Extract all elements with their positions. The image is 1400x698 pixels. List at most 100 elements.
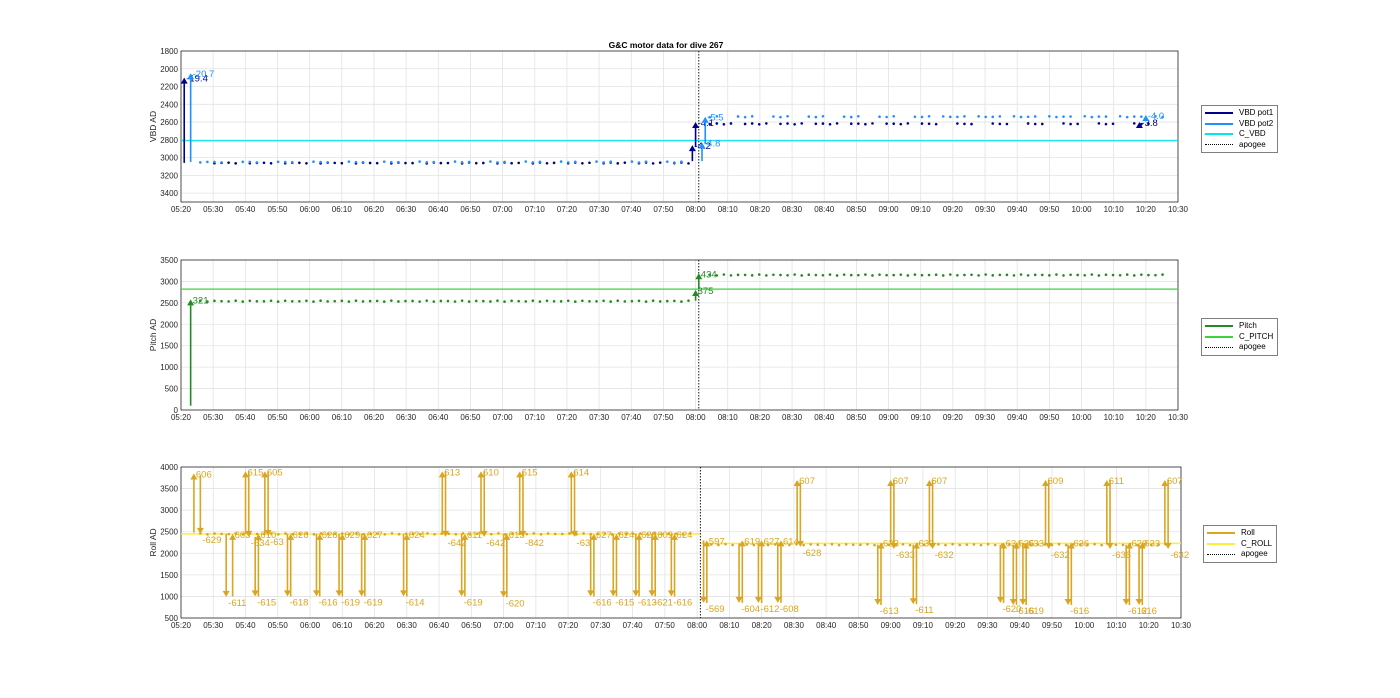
data-point bbox=[1100, 543, 1103, 547]
data-point bbox=[354, 299, 358, 302]
data-point bbox=[474, 299, 478, 303]
data-point bbox=[665, 299, 669, 303]
data-point bbox=[1125, 115, 1129, 119]
data-point bbox=[844, 543, 848, 546]
data-point bbox=[743, 273, 747, 277]
x-tick-label: 10:10 bbox=[1104, 205, 1125, 214]
x-tick-label: 07:50 bbox=[655, 621, 676, 630]
y-tick-label: 3400 bbox=[160, 189, 178, 198]
move-label: -632 bbox=[1170, 550, 1189, 561]
data-point bbox=[864, 273, 867, 276]
x-tick-label: 07:00 bbox=[493, 205, 514, 214]
data-point bbox=[248, 160, 252, 164]
y-tick-label: 2600 bbox=[160, 118, 178, 127]
move-label: -616 bbox=[673, 597, 692, 608]
move-label: -620 bbox=[506, 598, 525, 609]
data-point bbox=[830, 542, 834, 546]
data-point bbox=[489, 160, 492, 163]
move-label: -636 bbox=[1112, 550, 1131, 561]
data-point bbox=[354, 160, 358, 164]
data-point bbox=[1069, 122, 1072, 126]
data-point bbox=[1104, 115, 1108, 118]
data-point bbox=[920, 115, 924, 119]
move-label: 636 bbox=[1073, 539, 1089, 550]
data-point bbox=[255, 299, 259, 303]
move-label: -642 bbox=[486, 538, 505, 549]
move-label: 633 bbox=[1028, 539, 1044, 550]
data-point bbox=[538, 160, 542, 164]
legend-roll: Roll C_ROLL apogee bbox=[1203, 525, 1278, 563]
x-tick-label: 09:20 bbox=[943, 205, 964, 214]
legend-swatch bbox=[1205, 325, 1233, 328]
x-tick-label: 10:00 bbox=[1074, 621, 1095, 630]
legend-entry: Roll bbox=[1207, 528, 1272, 539]
move-label: 624 bbox=[409, 530, 425, 541]
data-point bbox=[956, 273, 959, 277]
data-point bbox=[687, 299, 690, 302]
legend-swatch bbox=[1205, 335, 1233, 338]
data-point bbox=[489, 300, 492, 303]
data-point bbox=[220, 299, 223, 303]
data-point bbox=[467, 300, 471, 303]
move-label: -63 bbox=[270, 537, 284, 548]
data-point bbox=[1118, 273, 1122, 277]
x-tick-label: 05:50 bbox=[267, 413, 288, 422]
move-label: -633 bbox=[896, 550, 915, 561]
data-point bbox=[290, 300, 294, 303]
data-point bbox=[545, 161, 549, 165]
data-point bbox=[305, 299, 308, 303]
data-point bbox=[1097, 274, 1101, 277]
data-point bbox=[390, 532, 394, 535]
data-point bbox=[920, 273, 924, 277]
data-point bbox=[927, 273, 931, 277]
x-tick-label: 09:30 bbox=[975, 413, 996, 422]
data-point bbox=[951, 542, 954, 546]
data-point bbox=[460, 299, 464, 302]
move-label: 627 bbox=[596, 530, 612, 541]
data-point bbox=[404, 299, 407, 303]
data-point bbox=[298, 299, 301, 303]
data-point bbox=[227, 300, 230, 303]
data-point bbox=[637, 299, 641, 303]
data-point bbox=[227, 161, 230, 164]
data-point bbox=[979, 543, 983, 547]
data-point bbox=[1104, 273, 1108, 277]
move-label: 624 bbox=[618, 530, 634, 541]
x-tick-label: 06:50 bbox=[460, 413, 481, 422]
data-point bbox=[802, 543, 805, 547]
data-point bbox=[998, 122, 1002, 126]
legend-entry: VBD pot2 bbox=[1205, 119, 1273, 130]
data-point bbox=[517, 161, 520, 165]
data-point bbox=[736, 115, 740, 118]
data-point bbox=[206, 160, 209, 164]
x-tick-label: 07:00 bbox=[493, 413, 514, 422]
y-tick-label: 4000 bbox=[160, 463, 178, 472]
data-point bbox=[234, 162, 237, 165]
x-tick-label: 06:30 bbox=[396, 413, 417, 422]
move-label: -629 bbox=[202, 535, 221, 546]
move-label: -612 bbox=[760, 604, 779, 615]
data-point bbox=[255, 161, 259, 164]
figure-svg: 05:20 05:30 05:40 05:50 06:00 06:10 06:20 06:30… bbox=[148, 40, 1192, 630]
move-label: 607 bbox=[893, 476, 909, 487]
x-tick-label: 06:00 bbox=[300, 205, 321, 214]
legend-label: C_VBD bbox=[1239, 129, 1266, 138]
data-point bbox=[312, 300, 315, 303]
data-point bbox=[1121, 543, 1125, 547]
x-tick-label: 05:30 bbox=[203, 621, 224, 630]
x-tick-label: 08:30 bbox=[782, 413, 803, 422]
x-tick-label: 07:10 bbox=[525, 413, 546, 422]
data-point bbox=[560, 532, 564, 536]
data-point bbox=[972, 543, 976, 546]
data-point bbox=[418, 160, 421, 163]
x-tick-label: 06:10 bbox=[332, 205, 353, 214]
y-tick-label: 2500 bbox=[160, 299, 178, 308]
data-point bbox=[1069, 273, 1072, 277]
x-tick-label: 10:30 bbox=[1168, 413, 1189, 422]
data-point bbox=[283, 299, 287, 303]
data-point bbox=[970, 122, 973, 126]
x-tick-label: 09:30 bbox=[975, 205, 996, 214]
data-point bbox=[1005, 122, 1009, 126]
move-label: -615 bbox=[257, 597, 276, 608]
move-label: 615 bbox=[522, 467, 538, 478]
